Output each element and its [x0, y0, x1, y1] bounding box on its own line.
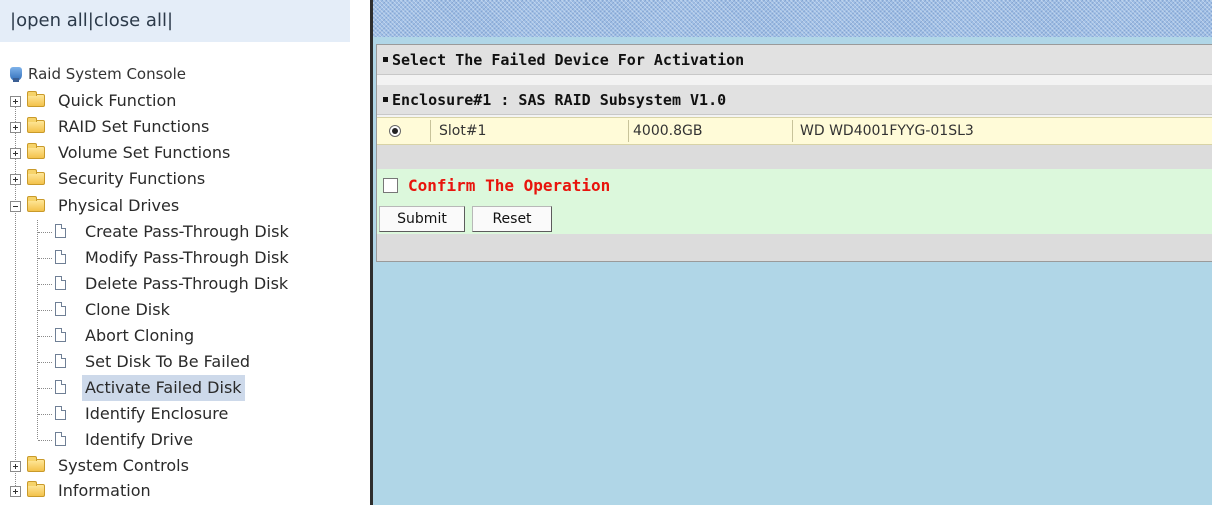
tree-folder-system-controls[interactable]: System Controls	[0, 453, 350, 479]
cell-divider	[628, 120, 629, 142]
tree-folder-raid-set-functions[interactable]: RAID Set Functions	[0, 114, 350, 140]
tree-item-identify-enclosure[interactable]: Identify Enclosure	[0, 401, 350, 427]
tree-connector	[38, 388, 52, 389]
tree-item-abort-cloning[interactable]: Abort Cloning	[0, 323, 350, 349]
tree-item-label: Delete Pass-Through Disk	[85, 274, 289, 293]
tree-item-delete-pass-through-disk[interactable]: Delete Pass-Through Disk	[0, 271, 350, 297]
separator: |	[166, 10, 174, 31]
folder-icon	[27, 117, 45, 133]
section-header: Select The Failed Device For Activation	[377, 45, 1212, 75]
page-icon	[55, 432, 66, 446]
tree-connector	[38, 362, 52, 363]
device-slot: Slot#1	[439, 123, 487, 139]
bullet-icon	[383, 97, 388, 102]
tree-item-label: Create Pass-Through Disk	[85, 222, 289, 241]
confirm-checkbox[interactable]	[383, 178, 398, 193]
expand-icon[interactable]	[10, 486, 21, 497]
expand-icon[interactable]	[10, 122, 21, 133]
tree-folder-label: RAID Set Functions	[58, 117, 210, 136]
activate-failed-disk-form: Select The Failed Device For Activation …	[376, 44, 1212, 262]
page-icon	[55, 224, 66, 238]
folder-icon	[27, 143, 45, 159]
tree-root[interactable]: Raid System Console	[0, 61, 350, 87]
bullet-icon	[383, 57, 388, 62]
tree-folder-label: Information	[58, 481, 151, 500]
tree-item-label: Identify Drive	[85, 430, 194, 449]
submit-button[interactable]: Submit	[379, 206, 465, 232]
tree-item-set-disk-to-be-failed[interactable]: Set Disk To Be Failed	[0, 349, 350, 375]
expand-icon[interactable]	[10, 96, 21, 107]
tree-item-modify-pass-through-disk[interactable]: Modify Pass-Through Disk	[0, 245, 350, 271]
tree-folder-label: Volume Set Functions	[58, 143, 231, 162]
expand-icon[interactable]	[10, 148, 21, 159]
collapse-icon[interactable]	[10, 201, 21, 212]
tree-item-label: Abort Cloning	[85, 326, 195, 345]
tree-item-label: Set Disk To Be Failed	[85, 352, 251, 371]
page-icon	[55, 354, 66, 368]
tree-folder-quick-function[interactable]: Quick Function	[0, 88, 350, 114]
button-row: Submit Reset	[377, 202, 1212, 234]
confirm-row: Confirm The Operation	[377, 169, 1212, 202]
tree-connector	[38, 258, 52, 259]
folder-icon	[27, 169, 45, 185]
tree-folder-information[interactable]: Information	[0, 478, 350, 504]
tree-folder-physical-drives[interactable]: Physical Drives	[0, 193, 350, 219]
folder-icon	[27, 456, 45, 472]
device-capacity: 4000.8GB	[633, 123, 703, 139]
tree-item-identify-drive[interactable]: Identify Drive	[0, 427, 350, 453]
expand-icon[interactable]	[10, 461, 21, 472]
device-model: WD WD4001FYYG-01SL3	[800, 123, 974, 139]
tree-item-create-pass-through-disk[interactable]: Create Pass-Through Disk	[0, 219, 350, 245]
navigation-tree-frame: |open all|close all| Raid System Console…	[0, 0, 370, 505]
tree-item-label: Modify Pass-Through Disk	[85, 248, 289, 267]
console-icon	[10, 67, 22, 82]
tree-folder-label: System Controls	[58, 456, 189, 475]
open-close-bar: |open all|close all|	[0, 0, 350, 42]
page-icon	[55, 380, 66, 394]
cell-divider	[792, 120, 793, 142]
tree-connector	[38, 232, 52, 233]
footer-bar	[377, 234, 1212, 261]
page-icon	[55, 328, 66, 342]
tree-folder-label: Quick Function	[58, 91, 177, 110]
close-all-link[interactable]: close all	[94, 10, 167, 31]
tree-folder-label: Physical Drives	[58, 196, 180, 215]
page-icon	[55, 302, 66, 316]
enclosure-title: Enclosure#1 : SAS RAID Subsystem V1.0	[392, 91, 727, 109]
tree-connector	[38, 336, 52, 337]
open-folder-icon	[27, 196, 45, 212]
folder-icon	[27, 91, 45, 107]
top-banner	[373, 0, 1212, 37]
tree-connector	[38, 284, 52, 285]
tree-folder-volume-set-functions[interactable]: Volume Set Functions	[0, 140, 350, 166]
device-radio[interactable]	[389, 125, 401, 137]
content-frame: Select The Failed Device For Activation …	[373, 0, 1212, 505]
device-row[interactable]: Slot#1 4000.8GB WD WD4001FYYG-01SL3	[377, 117, 1212, 145]
tree-item-label: Identify Enclosure	[85, 404, 229, 423]
enclosure-header: Enclosure#1 : SAS RAID Subsystem V1.0	[377, 85, 1212, 115]
page-icon	[55, 250, 66, 264]
reset-button[interactable]: Reset	[472, 206, 552, 232]
tree-folder-label: Security Functions	[58, 169, 206, 188]
tree-connector	[38, 310, 52, 311]
page-icon	[55, 406, 66, 420]
tree-folder-security-functions[interactable]: Security Functions	[0, 166, 350, 192]
tree-item-label-selected: Activate Failed Disk	[82, 375, 245, 401]
spacer-bar	[377, 145, 1212, 169]
confirm-label[interactable]: Confirm The Operation	[408, 169, 610, 203]
tree-connector	[38, 440, 52, 441]
section-title: Select The Failed Device For Activation	[392, 51, 745, 69]
tree-root-label: Raid System Console	[28, 65, 186, 83]
tree-item-clone-disk[interactable]: Clone Disk	[0, 297, 350, 323]
expand-icon[interactable]	[10, 174, 21, 185]
folder-icon	[27, 481, 45, 497]
tree-item-activate-failed-disk[interactable]: Activate Failed Disk	[0, 375, 350, 401]
tree-item-label: Clone Disk	[85, 300, 170, 319]
cell-divider	[430, 120, 431, 142]
open-all-link[interactable]: open all	[16, 10, 88, 31]
tree-connector	[38, 414, 52, 415]
page-icon	[55, 276, 66, 290]
